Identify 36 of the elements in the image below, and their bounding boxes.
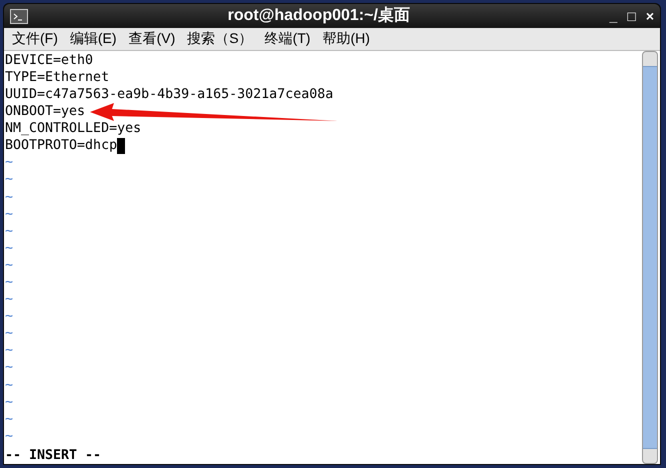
menu-item[interactable]: 编辑(E) xyxy=(66,28,121,50)
empty-line-marker: ~ xyxy=(5,188,14,206)
code-line: UUID=c47a7563-ea9b-4b39-a165-3021a7cea08a xyxy=(5,86,334,104)
empty-line-marker: ~ xyxy=(5,342,14,360)
minimize-button[interactable]: _ xyxy=(610,9,618,23)
empty-line-marker: ~ xyxy=(5,428,14,445)
terminal-icon xyxy=(10,8,28,24)
code-line: BOOTPROTO=dhcp xyxy=(5,137,118,154)
mode-indicator: -- INSERT -- xyxy=(5,446,102,464)
code-line: ONBOOT=yes xyxy=(5,103,86,120)
menu-item[interactable]: 文件(F) xyxy=(8,28,62,50)
empty-line-marker: ~ xyxy=(5,240,14,257)
empty-line-marker: ~ xyxy=(5,171,14,188)
code-line: NM_CONTROLLED=yes xyxy=(5,120,142,138)
code-line: DEVICE=eth0 xyxy=(5,52,94,69)
empty-line-marker: ~ xyxy=(5,291,14,308)
menu-item[interactable]: 帮助(H) xyxy=(318,28,374,50)
maximize-button[interactable]: □ xyxy=(627,9,636,23)
menu-item[interactable]: 终端(T) xyxy=(260,28,314,50)
empty-line-marker: ~ xyxy=(5,274,14,292)
empty-line-marker: ~ xyxy=(5,206,14,223)
empty-line-marker: ~ xyxy=(5,154,14,172)
empty-line-marker: ~ xyxy=(5,256,14,274)
menu-item[interactable]: 查看(V) xyxy=(124,28,180,50)
close-button[interactable]: × xyxy=(646,9,654,23)
empty-line-marker: ~ xyxy=(5,308,14,326)
menu-item[interactable]: 搜索（S） xyxy=(183,28,257,50)
empty-line-marker: ~ xyxy=(5,376,14,394)
empty-line-marker: ~ xyxy=(5,410,14,428)
empty-line-marker: ~ xyxy=(5,325,14,342)
code-line: TYPE=Ethernet xyxy=(5,68,110,86)
scrollbar[interactable] xyxy=(642,50,658,464)
empty-line-marker: ~ xyxy=(5,222,14,240)
empty-line-marker: ~ xyxy=(5,359,14,377)
empty-line-marker: ~ xyxy=(5,394,14,411)
window-title: root@hadoop001:~/桌面 xyxy=(226,5,411,26)
